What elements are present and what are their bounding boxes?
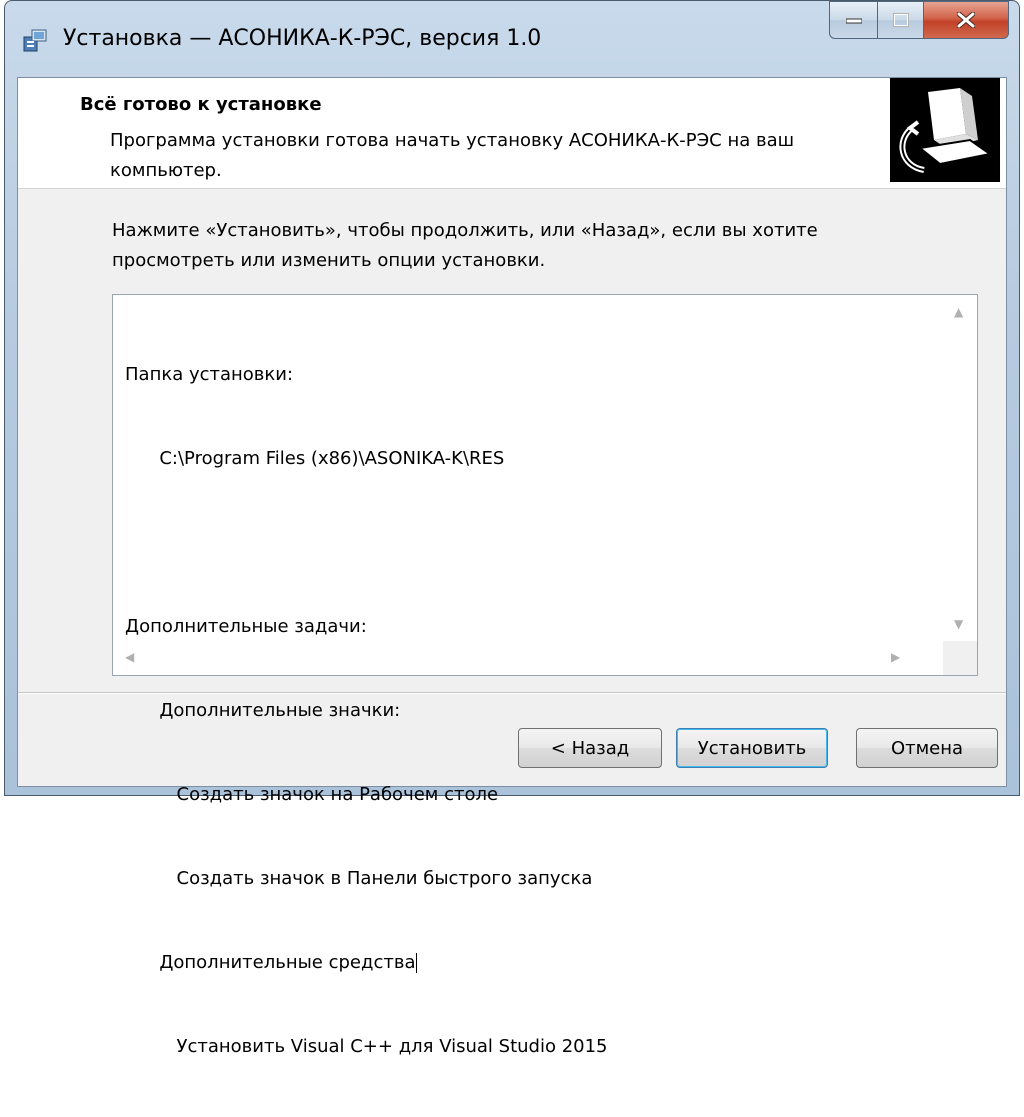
memo-line-with-caret: Дополнительные средства <box>125 949 608 977</box>
text-caret <box>416 953 418 973</box>
installer-icon <box>21 27 49 55</box>
scroll-up-icon[interactable]: ▲ <box>954 305 963 319</box>
maximize-button[interactable] <box>877 1 923 39</box>
bottom-divider <box>18 692 1006 694</box>
minimize-icon <box>845 18 862 24</box>
memo-line <box>125 529 608 557</box>
page-title: Всё готово к установке <box>80 94 322 115</box>
close-icon <box>957 12 975 28</box>
window-controls <box>829 1 1009 41</box>
memo-line: Папка установки: <box>125 364 294 385</box>
title-bar[interactable]: Установка — АСОНИКА-К-РЭС, версия 1.0 <box>5 1 1019 77</box>
page-description: Программа установки готова начать устано… <box>110 130 795 181</box>
memo-line: Дополнительные значки: <box>125 700 401 721</box>
maximize-icon <box>892 13 909 27</box>
memo-line: Установить Visual C++ для Visual Studio … <box>125 1036 608 1057</box>
install-button[interactable]: Установить <box>676 728 828 768</box>
wizard-client-area: Всё готово к установке Программа установ… <box>17 77 1007 1057</box>
instructions-text: Нажмите «Установить», чтобы продолжить, … <box>112 220 818 271</box>
vertical-scrollbar[interactable]: ▲ ▼ <box>943 295 977 643</box>
minimize-button[interactable] <box>829 1 877 39</box>
horizontal-scrollbar[interactable]: ◀ ▶ <box>113 641 945 675</box>
scroll-right-icon[interactable]: ▶ <box>891 650 900 664</box>
memo-line: C:\Program Files (x86)\ASONIKA-K\RES <box>125 448 505 469</box>
wizard-header: Всё готово к установке Программа установ… <box>18 78 1006 189</box>
memo-line: Дополнительные задачи: <box>125 616 367 637</box>
memo-line: Дополнительные средства <box>125 952 416 973</box>
memo-content[interactable]: Папка установки: C:\Program Files (x86)\… <box>125 305 608 1117</box>
ready-memo[interactable]: Папка установки: C:\Program Files (x86)\… <box>112 294 978 1057</box>
computer-install-icon <box>890 78 1000 182</box>
scroll-down-icon[interactable]: ▼ <box>954 617 963 631</box>
scroll-left-icon[interactable]: ◀ <box>125 650 134 664</box>
installer-window: Установка — АСОНИКА-К-РЭС, версия 1.0 Вс… <box>4 0 1020 1057</box>
memo-line: Создать значок в Панели быстрого запуска <box>125 868 593 889</box>
cancel-button[interactable]: Отмена <box>856 728 998 768</box>
window-title: Установка — АСОНИКА-К-РЭС, версия 1.0 <box>63 26 542 51</box>
back-button[interactable]: < Назад <box>518 728 662 768</box>
scrollbar-corner <box>943 641 977 675</box>
close-button[interactable] <box>923 1 1009 39</box>
memo-line: Создать значок на Рабочем столе <box>125 784 499 805</box>
